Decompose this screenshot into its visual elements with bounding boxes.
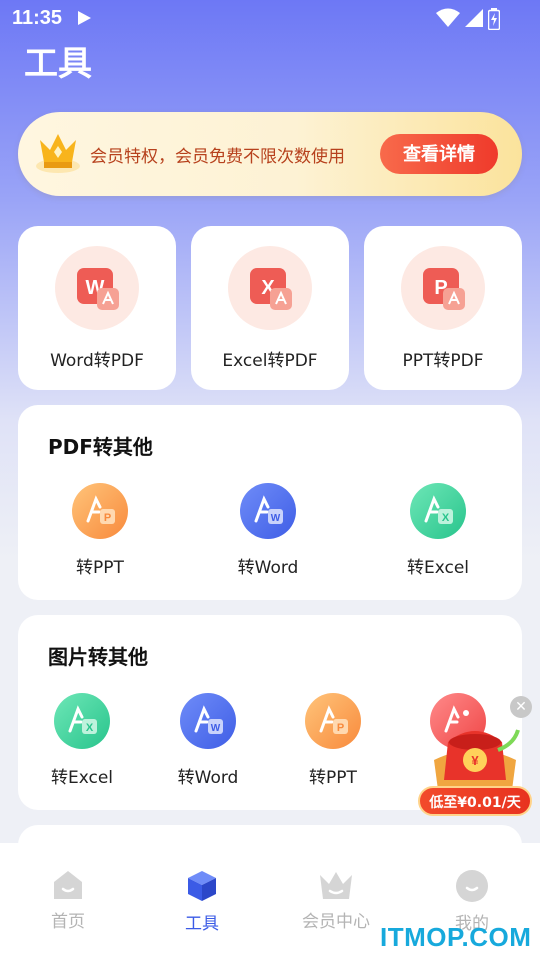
excel-to-pdf-icon: X: [228, 246, 312, 330]
pdf-to-other-panel: PDF转其他 P 转PPT W 转Word X 转Excel: [18, 405, 522, 600]
crown-icon: [320, 872, 352, 899]
svg-text:W: W: [211, 723, 221, 734]
word-to-pdf-label: Word转PDF: [50, 351, 144, 371]
play-icon: [78, 11, 91, 25]
pdf-to-word-label: 转Word: [237, 558, 299, 578]
view-details-button[interactable]: 查看详情: [380, 134, 498, 174]
vip-banner[interactable]: 会员特权，会员免费不限次数使用 查看详情: [18, 112, 522, 196]
image-to-ppt-item[interactable]: P 转PPT: [283, 693, 383, 793]
vip-banner-text: 会员特权，会员免费不限次数使用: [90, 147, 345, 167]
image-to-excel-item[interactable]: X 转Excel: [32, 693, 132, 793]
smile-icon: [456, 870, 488, 902]
promo-label: 低至¥0.01/天: [418, 786, 532, 816]
status-time: 11:35: [12, 7, 63, 29]
image-to-excel-label: 转Excel: [50, 768, 114, 788]
pdf-to-word-icon: W: [240, 483, 296, 539]
image-to-ppt-label: 转PPT: [309, 768, 357, 788]
tab-home[interactable]: 首页: [18, 869, 118, 932]
pdf-to-ppt-icon: P: [72, 483, 128, 539]
pdf-to-other-title: PDF转其他: [48, 435, 153, 459]
image-to-word-icon: W: [180, 693, 236, 749]
ppt-to-pdf-icon: P: [401, 246, 485, 330]
svg-text:P: P: [104, 512, 111, 524]
svg-text:W: W: [271, 513, 281, 524]
cube-icon: [188, 871, 216, 901]
pdf-to-ppt-item[interactable]: P 转PPT: [50, 483, 150, 583]
word-to-pdf-card[interactable]: W Word转PDF: [18, 226, 176, 390]
watermark: ITMOP.COM: [380, 922, 532, 952]
ppt-to-pdf-label: PPT转PDF: [402, 351, 484, 371]
pdf-to-excel-label: 转Excel: [406, 558, 470, 578]
word-to-pdf-icon: W: [55, 246, 139, 330]
image-to-excel-icon: X: [54, 693, 110, 749]
pdf-to-excel-item[interactable]: X 转Excel: [388, 483, 488, 583]
tab-home-label: 首页: [51, 912, 85, 932]
image-to-word-item[interactable]: W 转Word: [158, 693, 258, 793]
vip-crown-icon: [36, 134, 80, 173]
tab-vip-center-label: 会员中心: [302, 912, 370, 932]
ppt-to-pdf-card[interactable]: P PPT转PDF: [364, 226, 522, 390]
image-to-word-label: 转Word: [177, 768, 239, 788]
status-icons: [436, 8, 500, 30]
pdf-to-word-item[interactable]: W 转Word: [218, 483, 318, 583]
excel-to-pdf-label: Excel转PDF: [222, 351, 318, 371]
excel-to-pdf-card[interactable]: X Excel转PDF: [191, 226, 349, 390]
tab-vip-center[interactable]: 会员中心: [286, 869, 386, 932]
status-bar: 11:35: [0, 0, 540, 36]
image-to-other-title: 图片转其他: [48, 645, 148, 669]
page-title: 工具: [24, 44, 92, 84]
pdf-to-ppt-label: 转PPT: [76, 558, 124, 578]
image-to-ppt-icon: P: [305, 693, 361, 749]
red-envelope-icon: ¥: [434, 729, 520, 790]
tab-tools[interactable]: 工具: [152, 869, 252, 934]
tab-tools-label: 工具: [185, 914, 219, 934]
promo-float[interactable]: ✕ ¥ 低至¥0.01/天: [414, 696, 536, 822]
svg-text:X: X: [442, 512, 450, 524]
svg-text:¥: ¥: [471, 753, 479, 768]
pdf-to-excel-icon: X: [410, 483, 466, 539]
svg-text:X: X: [86, 722, 94, 734]
signal-icon: [465, 9, 483, 27]
svg-text:P: P: [337, 722, 344, 734]
wifi-icon: [436, 8, 460, 27]
battery-icon: [488, 8, 500, 30]
home-icon: [54, 871, 82, 899]
promo-close-button[interactable]: ✕: [510, 696, 532, 718]
